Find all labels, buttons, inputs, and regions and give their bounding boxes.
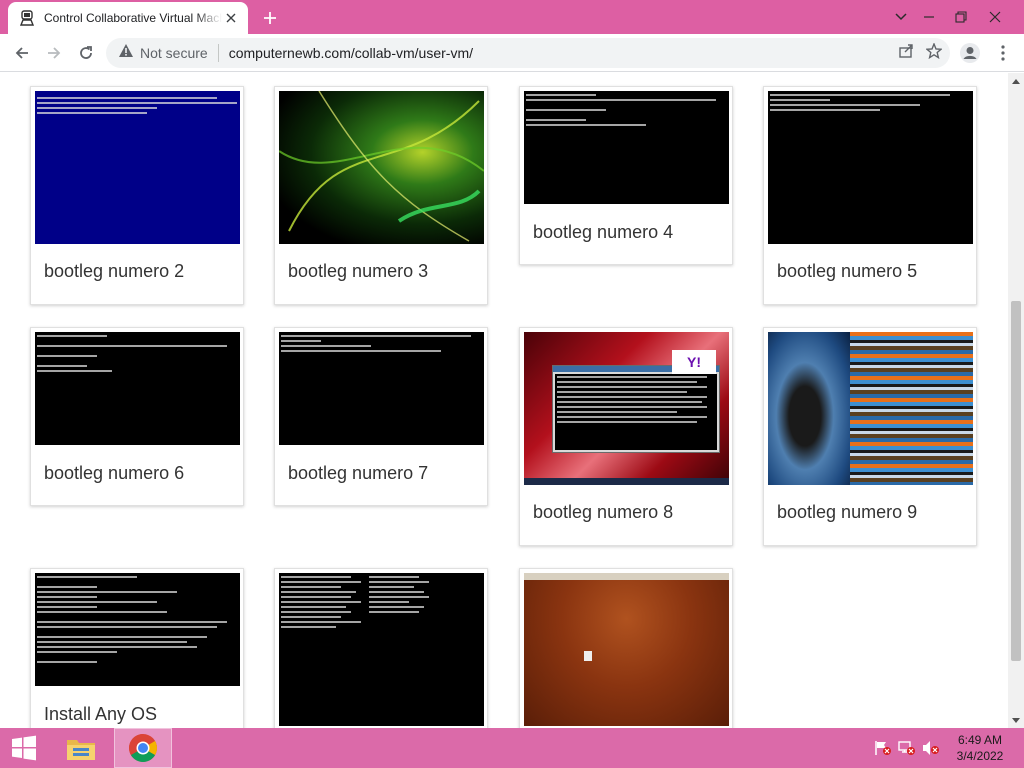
chrome-taskbar-button[interactable] [114, 728, 172, 768]
vm-screenshot[interactable] [524, 573, 729, 726]
minimize-icon [924, 16, 934, 18]
vm-screenshot[interactable] [768, 91, 973, 244]
vm-screenshot[interactable]: Y! [524, 332, 729, 485]
vm-screenshot[interactable] [35, 332, 240, 445]
vm-card[interactable]: bootleg numero 6 [30, 327, 244, 506]
vm-screenshot[interactable] [768, 332, 973, 485]
bookmark-star-icon[interactable] [925, 41, 943, 64]
clock-time: 6:49 AM [957, 733, 1003, 747]
taskbar-clock[interactable]: 6:49 AM 3/4/2022 [950, 732, 1010, 764]
vm-screenshot[interactable] [279, 91, 484, 244]
vm-name[interactable]: bootleg numero 6 [44, 463, 184, 484]
arrow-right-icon [48, 46, 61, 59]
clock-date: 3/4/2022 [956, 749, 1004, 763]
close-icon [989, 11, 1001, 23]
restore-icon [955, 11, 967, 23]
warning-icon[interactable] [118, 43, 134, 63]
network-icon[interactable] [898, 740, 916, 756]
vm-card[interactable]: Y! bootleg numero 8 [519, 327, 733, 546]
forward-button[interactable] [39, 38, 69, 68]
vm-card[interactable]: bootleg numero 9 [763, 327, 977, 546]
collabvm-favicon-icon [18, 9, 36, 27]
vm-card[interactable] [519, 568, 733, 728]
vm-name[interactable]: bootleg numero 7 [288, 463, 428, 484]
vm-name[interactable]: bootleg numero 3 [288, 261, 428, 282]
arrow-left-icon [15, 46, 28, 59]
back-button[interactable] [7, 38, 37, 68]
vm-card[interactable]: bootleg numero 3 [274, 86, 488, 305]
reload-button[interactable] [71, 38, 101, 68]
vm-list-page: bootleg numero 2 bootleg numero 3 bootle… [0, 73, 1008, 728]
new-tab-button[interactable] [258, 6, 282, 30]
vm-name[interactable]: bootleg numero 4 [533, 222, 673, 243]
reload-icon [80, 45, 92, 59]
vm-screenshot[interactable] [279, 573, 484, 726]
url-text[interactable]: computernewb.com/collab-vm/user-vm/ [229, 45, 473, 61]
start-button[interactable] [0, 728, 48, 768]
taskbar: 6:49 AM 3/4/2022 [0, 728, 1024, 768]
minimize-button[interactable] [912, 0, 946, 34]
share-icon[interactable] [898, 43, 914, 64]
windows-logo-icon [12, 735, 36, 761]
tab-strip: Control Collaborative Virtual Machines [0, 0, 1024, 34]
omnibox-divider [217, 44, 219, 62]
plus-icon [264, 12, 276, 24]
close-tab-icon[interactable] [222, 9, 240, 27]
browser-toolbar: Not secure computernewb.com/collab-vm/us… [0, 34, 1024, 72]
vm-screenshot[interactable] [524, 91, 729, 204]
close-window-button[interactable] [978, 0, 1012, 34]
yahoo-logo-icon: Y! [672, 350, 716, 374]
browser-menu-button[interactable] [988, 38, 1018, 68]
vm-screenshot[interactable] [35, 573, 240, 686]
avatar-icon [960, 43, 980, 63]
vm-card[interactable]: bootleg numero 2 [30, 86, 244, 305]
vm-card[interactable]: bootleg numero 5 [763, 86, 977, 305]
vm-card[interactable]: bootleg numero 7 [274, 327, 488, 506]
restore-button[interactable] [944, 0, 978, 34]
kebab-menu-icon [1001, 45, 1005, 61]
scroll-up-arrow-icon[interactable] [1008, 73, 1024, 89]
chrome-icon [129, 734, 157, 762]
scrollbar-thumb[interactable] [1011, 301, 1021, 661]
file-explorer-button[interactable] [58, 728, 104, 768]
vm-name[interactable]: Install Any OS [44, 704, 157, 725]
volume-muted-icon[interactable] [922, 740, 940, 756]
vm-name[interactable]: bootleg numero 2 [44, 261, 184, 282]
vm-screenshot[interactable] [279, 332, 484, 445]
vm-screenshot[interactable] [35, 91, 240, 244]
action-center-flag-icon[interactable] [874, 740, 892, 756]
vm-name[interactable]: bootleg numero 5 [777, 261, 917, 282]
tab-title: Control Collaborative Virtual Machines [44, 11, 222, 25]
page-scrollbar[interactable] [1008, 73, 1024, 728]
vm-name[interactable]: bootleg numero 9 [777, 502, 917, 523]
vm-name[interactable]: bootleg numero 8 [533, 502, 673, 523]
scroll-down-arrow-icon[interactable] [1008, 712, 1024, 728]
vm-card[interactable]: bootleg numero 4 [519, 86, 733, 265]
security-label[interactable]: Not secure [140, 45, 208, 61]
profile-button[interactable] [955, 38, 985, 68]
vm-card[interactable]: Install Any OS [30, 568, 244, 728]
browser-tab[interactable]: Control Collaborative Virtual Machines [8, 2, 248, 34]
folder-icon [67, 740, 95, 760]
address-bar[interactable]: Not secure computernewb.com/collab-vm/us… [106, 38, 950, 68]
vm-card[interactable] [274, 568, 488, 728]
chevron-down-icon [895, 13, 907, 21]
